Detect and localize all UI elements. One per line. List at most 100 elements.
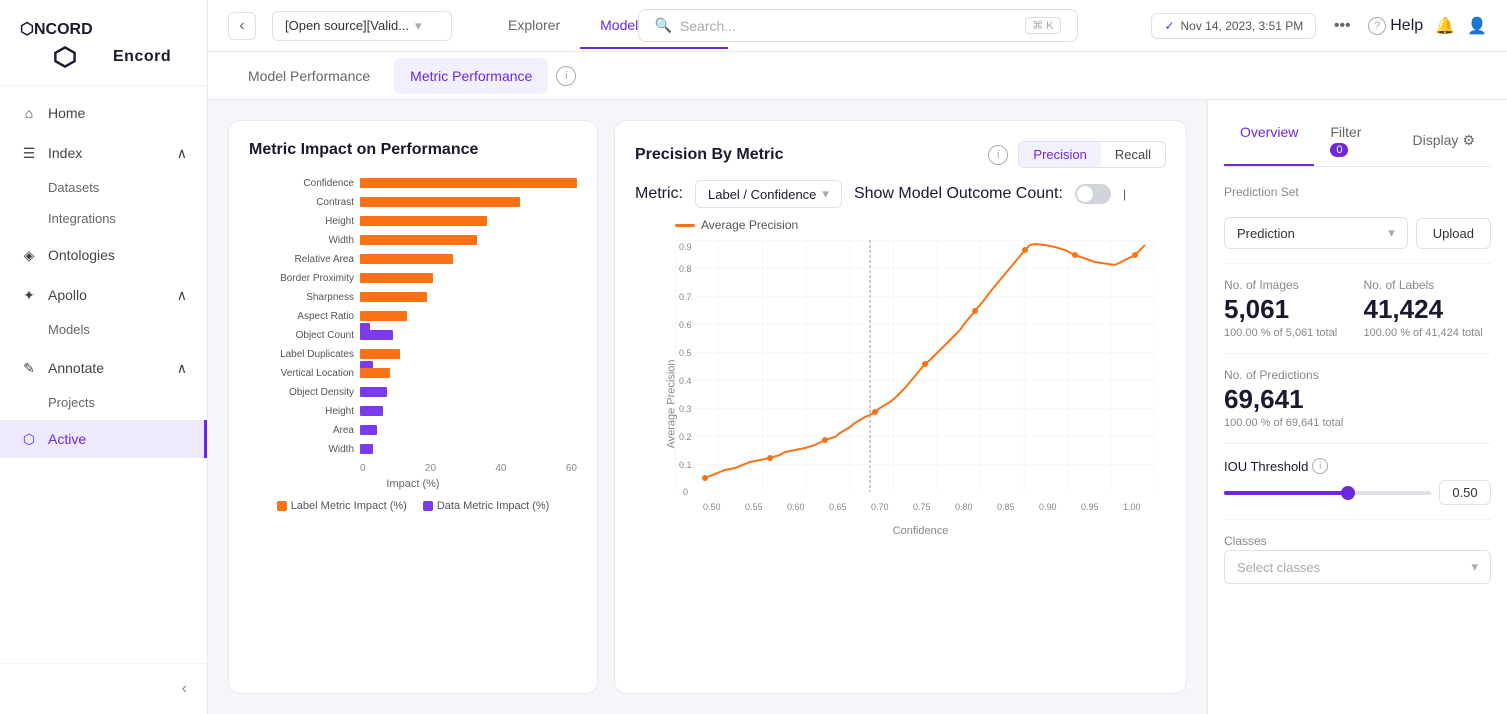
svg-text:0.75: 0.75 <box>913 502 931 512</box>
precision-info-icon[interactable]: i <box>988 145 1008 165</box>
svg-text:0.2: 0.2 <box>679 432 692 442</box>
bar-row: Contrast <box>249 194 577 210</box>
prediction-row: Prediction ▾ Upload <box>1224 217 1491 249</box>
prediction-set-label: Prediction Set <box>1224 185 1491 199</box>
subbar-info-icon[interactable]: i <box>556 66 576 86</box>
metric-impact-card: Metric Impact on Performance ConfidenceC… <box>228 120 598 694</box>
bar-label: Vertical Location <box>249 368 354 379</box>
sidebar-item-index[interactable]: ☰ Index ∧ <box>0 134 207 172</box>
upload-button[interactable]: Upload <box>1416 218 1491 249</box>
prediction-select[interactable]: Prediction ▾ <box>1224 217 1408 249</box>
outcome-toggle[interactable] <box>1075 184 1111 204</box>
bar-row: Object Count <box>249 327 577 343</box>
sidebar-label-annotate: Annotate <box>48 360 104 376</box>
stat-labels-value: 41,424 <box>1364 294 1492 325</box>
metric-chevron: ▾ <box>822 186 829 202</box>
bar-track <box>360 387 577 397</box>
metric-selector[interactable]: Label / Confidence ▾ <box>695 180 842 208</box>
more-options-button[interactable]: ••• <box>1328 12 1356 40</box>
sidebar-item-datasets[interactable]: Datasets <box>0 172 207 203</box>
tab-metric-performance[interactable]: Metric Performance <box>394 58 548 94</box>
predictions-value: 69,641 <box>1224 384 1491 415</box>
panel-tab-filter[interactable]: Filter 0 <box>1314 116 1396 166</box>
sidebar-item-ontologies[interactable]: ◈ Ontologies <box>0 236 207 274</box>
notification-icon[interactable]: 🔔 <box>1435 16 1455 36</box>
panel-tab-overview[interactable]: Overview <box>1224 116 1314 166</box>
classes-placeholder: Select classes <box>1237 560 1320 575</box>
bar-label: Relative Area <box>249 254 354 265</box>
sidebar-item-active[interactable]: ⬡ Active <box>0 420 207 458</box>
iou-block: IOU Threshold i 0.50 <box>1224 458 1491 505</box>
svg-text:0.7: 0.7 <box>679 292 692 302</box>
bar-row: Object Density <box>249 384 577 400</box>
sidebar-collapse-button[interactable]: ‹ <box>0 663 207 714</box>
user-icon[interactable]: 👤 <box>1467 16 1487 36</box>
svg-text:0.4: 0.4 <box>679 376 692 386</box>
precision-btn-group: Precision Recall <box>1018 141 1166 168</box>
predictions-block: No. of Predictions 69,641 100.00 % of 69… <box>1224 368 1491 429</box>
bar-track <box>360 349 577 359</box>
panel-tab-display[interactable]: Display ⚙ <box>1397 116 1491 166</box>
sidebar-item-projects[interactable]: Projects <box>0 387 207 418</box>
iou-slider-row: 0.50 <box>1224 480 1491 505</box>
precision-btn[interactable]: Precision <box>1019 142 1100 167</box>
sidebar-item-models[interactable]: Models <box>0 314 207 345</box>
logo-text: Encord <box>113 48 171 66</box>
dataset-selector[interactable]: [Open source][Valid... ▾ <box>272 11 452 41</box>
precision-title: Precision By Metric <box>635 146 784 164</box>
bar-label: Height <box>249 406 354 417</box>
bar-fill-orange <box>360 349 400 359</box>
show-model-label: Show Model Outcome Count: <box>854 185 1063 203</box>
bar-row: Label Duplicates <box>249 346 577 362</box>
bar-fill-orange <box>360 254 453 264</box>
svg-text:0.80: 0.80 <box>955 502 973 512</box>
date-filter[interactable]: ✓ Nov 14, 2023, 3:51 PM <box>1151 13 1316 39</box>
x-label-60: 60 <box>566 463 577 474</box>
main-content: ‹ [Open source][Valid... ▾ Explorer Mode… <box>208 0 1507 714</box>
svg-text:0.6: 0.6 <box>679 320 692 330</box>
sidebar-item-integrations[interactable]: Integrations <box>0 203 207 234</box>
charts-area: Metric Impact on Performance ConfidenceC… <box>208 100 1207 714</box>
prediction-value: Prediction <box>1237 226 1295 241</box>
dataset-selector-value: [Open source][Valid... <box>285 18 409 33</box>
back-icon: ‹ <box>239 17 244 35</box>
iou-info-icon[interactable]: i <box>1312 458 1328 474</box>
sidebar-item-home[interactable]: ⌂ Home <box>0 94 207 132</box>
tab-explorer[interactable]: Explorer <box>488 3 580 49</box>
iou-slider[interactable] <box>1224 491 1431 495</box>
bar-row: Height <box>249 213 577 229</box>
right-panel: Overview Filter 0 Display ⚙ Prediction S… <box>1207 100 1507 714</box>
iou-value: 0.50 <box>1439 480 1491 505</box>
sidebar: ⬡NCORD Encord ⌂ Home ☰ Index ∧ Dataset <box>0 0 208 714</box>
bar-row: Vertical Location <box>249 365 577 381</box>
metric-value: Label / Confidence <box>708 187 816 202</box>
svg-text:0: 0 <box>683 487 688 497</box>
help-icon: ? <box>1368 17 1386 35</box>
annotate-icon: ✎ <box>20 359 38 377</box>
bar-track <box>360 425 577 435</box>
content-area: Metric Impact on Performance ConfidenceC… <box>208 100 1507 714</box>
avg-precision-legend: Average Precision <box>635 218 1166 232</box>
legend-label-orange: Label Metric Impact (%) <box>291 500 407 512</box>
iou-thumb <box>1341 486 1355 500</box>
bar-row: Confidence <box>249 175 577 191</box>
help-button[interactable]: ? Help <box>1368 17 1423 35</box>
legend-dot-purple <box>423 501 433 511</box>
classes-select[interactable]: Select classes ▾ <box>1224 550 1491 584</box>
back-button[interactable]: ‹ <box>228 12 256 40</box>
stat-images-sub: 100.00 % of 5,061 total <box>1224 327 1352 339</box>
predictions-label: No. of Predictions <box>1224 368 1491 382</box>
recall-btn[interactable]: Recall <box>1101 142 1165 167</box>
tab-model-performance-label: Model Performance <box>248 68 370 84</box>
sidebar-label-active: Active <box>48 431 86 447</box>
sidebar-item-apollo[interactable]: ✦ Apollo ∧ <box>0 276 207 314</box>
bar-row: Height <box>249 403 577 419</box>
search-placeholder: Search... <box>680 18 736 34</box>
app-logo: ⬡NCORD Encord <box>0 0 207 86</box>
sidebar-item-annotate[interactable]: ✎ Annotate ∧ <box>0 349 207 387</box>
cursor-position: | <box>1123 187 1126 201</box>
bar-track <box>360 273 577 283</box>
tab-model-performance[interactable]: Model Performance <box>232 58 386 94</box>
bar-track <box>360 368 577 378</box>
search-bar[interactable]: 🔍 Search... ⌘ K <box>638 9 1078 42</box>
